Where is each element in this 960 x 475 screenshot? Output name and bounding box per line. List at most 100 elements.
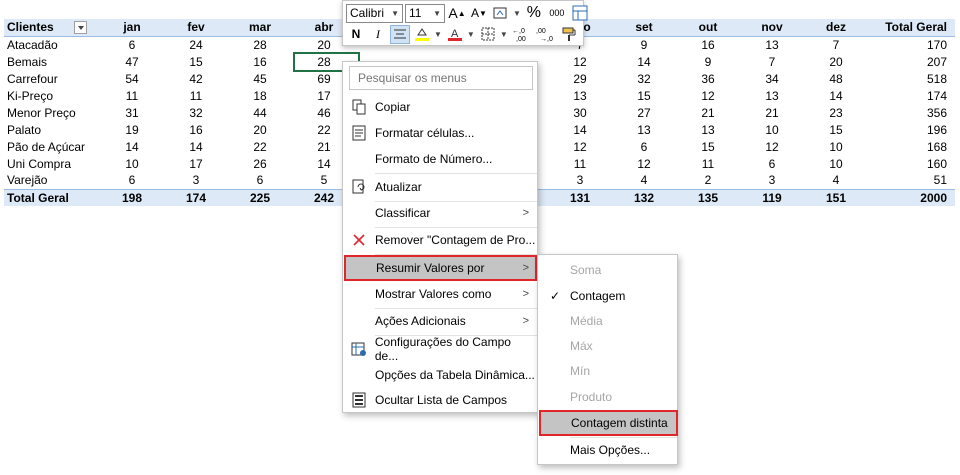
grow-font-button[interactable]: A ▲ <box>447 4 467 23</box>
value-cell[interactable]: 6 <box>740 155 804 172</box>
menu-search-input[interactable] <box>349 66 533 90</box>
value-cell[interactable]: 24 <box>164 36 228 53</box>
submenu-item-contagem-distinta[interactable]: Contagem distinta <box>539 410 678 436</box>
value-cell[interactable]: 6 <box>612 138 676 155</box>
row-total-cell[interactable]: 356 <box>868 104 955 121</box>
value-cell[interactable]: 11 <box>676 155 740 172</box>
menu-item-ocultar-lista-campos[interactable]: Ocultar Lista de Campos <box>343 387 537 413</box>
value-cell[interactable]: 15 <box>164 53 228 70</box>
bold-button[interactable]: N <box>346 25 366 44</box>
font-color-button[interactable]: A <box>445 25 465 44</box>
header-total-geral[interactable]: Total Geral <box>868 19 955 37</box>
value-cell[interactable]: 3 <box>740 172 804 189</box>
format-table-button[interactable] <box>570 4 590 23</box>
value-cell[interactable]: 11 <box>164 87 228 104</box>
submenu-item-soma[interactable]: Soma <box>538 257 677 283</box>
value-cell[interactable]: 29 <box>548 70 612 87</box>
value-cell[interactable]: 11 <box>100 87 164 104</box>
value-cell[interactable]: 198 <box>100 188 164 206</box>
row-label-cell[interactable]: Palato <box>4 121 100 138</box>
row-total-cell[interactable]: 174 <box>868 87 955 104</box>
row-total-cell[interactable]: 2000 <box>868 188 955 206</box>
row-label-cell[interactable]: Menor Preço <box>4 104 100 121</box>
row-label-cell[interactable]: Ki-Preço <box>4 87 100 104</box>
shrink-font-button[interactable]: A ▼ <box>469 4 489 23</box>
row-label-cell[interactable]: Carrefour <box>4 70 100 87</box>
row-total-cell[interactable]: 518 <box>868 70 955 87</box>
value-cell[interactable]: 15 <box>804 121 868 138</box>
value-cell[interactable]: 48 <box>804 70 868 87</box>
chevron-down-icon[interactable]: ▼ <box>434 30 442 39</box>
value-cell[interactable]: 13 <box>676 121 740 138</box>
filter-dropdown-icon[interactable] <box>73 21 87 35</box>
menu-item-classificar[interactable]: Classificar > <box>343 200 537 226</box>
value-cell[interactable]: 20 <box>228 121 292 138</box>
value-cell[interactable]: 27 <box>612 104 676 121</box>
value-cell[interactable]: 19 <box>100 121 164 138</box>
value-cell[interactable]: 9 <box>676 53 740 70</box>
value-cell[interactable]: 12 <box>676 87 740 104</box>
submenu-item-media[interactable]: Média <box>538 308 677 334</box>
value-cell[interactable]: 13 <box>548 87 612 104</box>
row-label-cell[interactable]: Varejão <box>4 172 100 189</box>
value-cell[interactable]: 2 <box>676 172 740 189</box>
header-month[interactable]: set <box>612 19 676 37</box>
value-cell[interactable]: 21 <box>676 104 740 121</box>
value-cell[interactable]: 23 <box>804 104 868 121</box>
value-cell[interactable]: 4 <box>612 172 676 189</box>
value-cell[interactable]: 20 <box>804 53 868 70</box>
value-cell[interactable]: 15 <box>612 87 676 104</box>
menu-item-configuracoes-campo[interactable]: Configurações do Campo de... <box>343 335 537 363</box>
submenu-item-min[interactable]: Mín <box>538 358 677 384</box>
value-cell[interactable]: 30 <box>548 104 612 121</box>
value-cell[interactable]: 151 <box>804 188 868 206</box>
menu-item-mostrar-valores-como[interactable]: Mostrar Valores como > <box>343 281 537 307</box>
row-total-cell[interactable]: 207 <box>868 53 955 70</box>
increase-decimal-button[interactable]: ←,0,00 <box>511 25 533 44</box>
value-cell[interactable]: 32 <box>612 70 676 87</box>
value-cell[interactable]: 10 <box>100 155 164 172</box>
value-cell[interactable]: 119 <box>740 188 804 206</box>
row-total-cell[interactable]: 168 <box>868 138 955 155</box>
value-cell[interactable]: 31 <box>100 104 164 121</box>
value-cell[interactable]: 12 <box>548 138 612 155</box>
value-cell[interactable]: 12 <box>548 53 612 70</box>
submenu-item-produto[interactable]: Produto <box>538 384 677 410</box>
cell-style-button[interactable] <box>491 4 511 23</box>
menu-item-formatar-celulas[interactable]: Formatar células... <box>343 120 537 146</box>
center-align-button[interactable] <box>390 24 410 44</box>
thousands-separator-button[interactable]: 000 <box>546 4 568 23</box>
value-cell[interactable]: 42 <box>164 70 228 87</box>
value-cell[interactable]: 9 <box>612 36 676 53</box>
row-label-cell[interactable]: Atacadão <box>4 36 100 53</box>
row-total-cell[interactable]: 51 <box>868 172 955 189</box>
value-cell[interactable]: 17 <box>164 155 228 172</box>
value-cell[interactable]: 4 <box>804 172 868 189</box>
row-total-cell[interactable]: 170 <box>868 36 955 53</box>
value-cell[interactable]: 14 <box>100 138 164 155</box>
format-painter-button[interactable] <box>559 25 579 44</box>
value-cell[interactable]: 10 <box>804 155 868 172</box>
row-label-cell[interactable]: Uni Compra <box>4 155 100 172</box>
submenu-item-max[interactable]: Máx <box>538 333 677 359</box>
header-month[interactable]: jan <box>100 19 164 37</box>
chevron-down-icon[interactable]: ▼ <box>500 30 508 39</box>
value-cell[interactable]: 225 <box>228 188 292 206</box>
value-cell[interactable]: 16 <box>228 53 292 70</box>
percent-style-button[interactable]: % <box>524 4 544 23</box>
menu-item-copiar[interactable]: Copiar <box>343 94 537 120</box>
menu-item-formato-numero[interactable]: Formato de Número... <box>343 146 537 172</box>
header-month[interactable]: nov <box>740 19 804 37</box>
value-cell[interactable]: 10 <box>740 121 804 138</box>
value-cell[interactable]: 7 <box>740 53 804 70</box>
row-label-cell[interactable]: Total Geral <box>4 188 100 206</box>
value-cell[interactable]: 3 <box>164 172 228 189</box>
value-cell[interactable]: 7 <box>804 36 868 53</box>
row-total-cell[interactable]: 196 <box>868 121 955 138</box>
header-month[interactable]: dez <box>804 19 868 37</box>
value-cell[interactable]: 21 <box>740 104 804 121</box>
value-cell[interactable]: 174 <box>164 188 228 206</box>
decrease-decimal-button[interactable]: ,00 →,0 <box>535 25 557 44</box>
font-name-select[interactable]: Calibri ▼ <box>346 3 403 23</box>
value-cell[interactable]: 14 <box>804 87 868 104</box>
